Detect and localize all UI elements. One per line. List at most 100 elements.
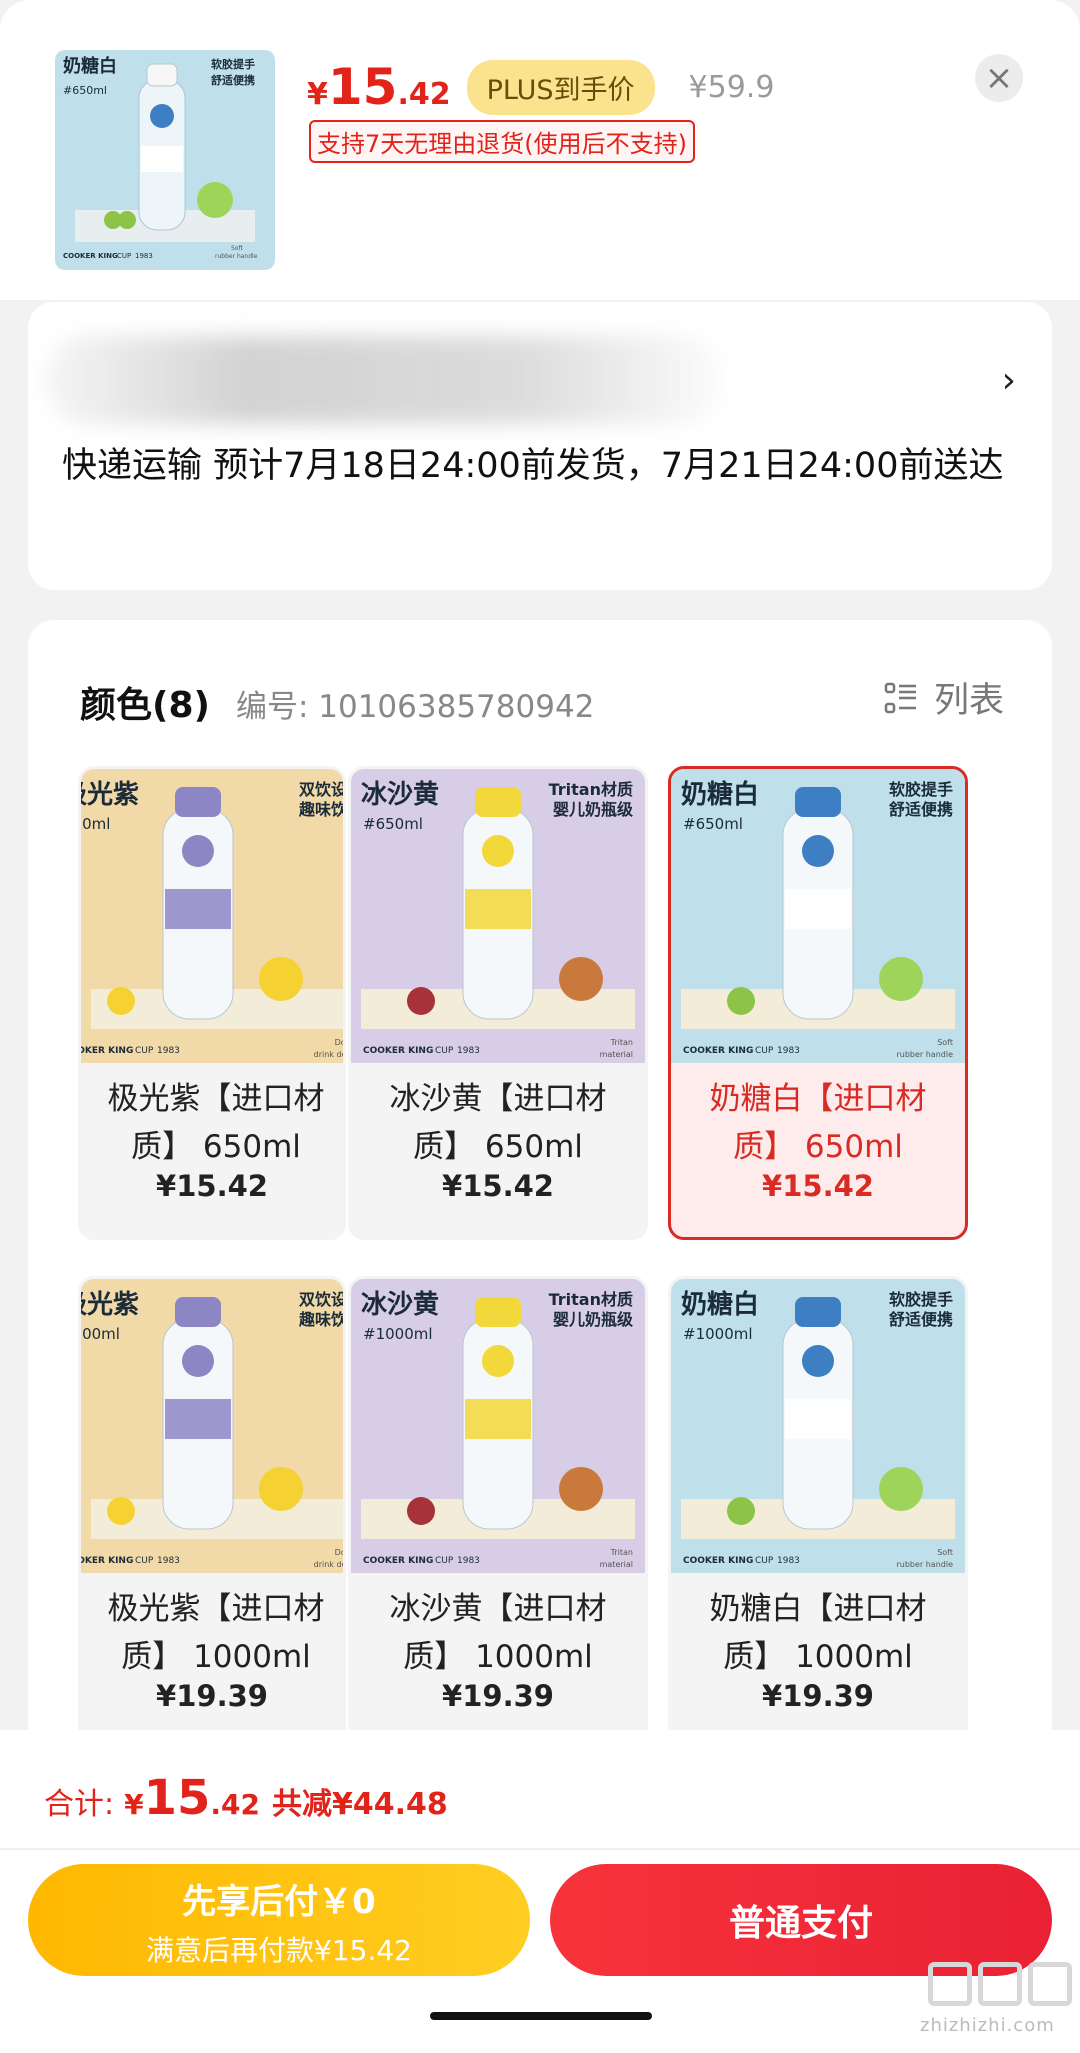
address-card[interactable]: › 快递运输 预计7月18日24:00前发货，7月21日24:00前送达 xyxy=(28,302,1052,590)
variant-price: ¥15.42 xyxy=(762,1169,874,1203)
variant-image-brand: COOKER KING xyxy=(683,1046,753,1056)
variant-image-note: material xyxy=(600,1560,633,1569)
variant-image-name: 极光紫 xyxy=(81,780,139,810)
variant-tile[interactable]: 冰沙黄 #650ml Tritan材质 婴儿奶瓶级 COOKER KING CUP 1983… xyxy=(348,766,648,1240)
return-policy-tag: 支持7天无理由退货(使用后不支持) xyxy=(309,120,695,163)
fruit-decoration xyxy=(407,987,435,1015)
bottle-sleeve xyxy=(785,1399,851,1439)
variant-image-year: 1983 xyxy=(457,1556,480,1566)
fruit-decoration xyxy=(727,987,755,1015)
price-integer: 15 xyxy=(327,58,398,116)
variant-image-tag: 婴儿奶瓶级 xyxy=(553,800,634,819)
variant-image-year: 1983 xyxy=(157,1556,180,1566)
variant-image-name: 极光紫 xyxy=(81,1290,139,1320)
variant-label: 奶糖白【进口材质】 1000ml xyxy=(709,1591,927,1675)
variant-image-tag: 舒适便携 xyxy=(889,800,953,819)
variant-tile[interactable]: 极光紫 1000ml 双饮设计趣味饮水 COOKER KINGCUP1983 Doubl… xyxy=(78,1276,346,1750)
fruit-decoration xyxy=(879,1467,923,1511)
spec-header: 颜色(8) 编号: 10106385780942 xyxy=(80,676,594,728)
variant-label: 冰沙黄【进口材质】 650ml xyxy=(389,1081,607,1165)
variant-image-brand: COOKER KING xyxy=(81,1046,133,1056)
product-thumbnail[interactable]: 奶糖白 #650ml 软胶提手 舒适便携 COOKER KING CUP 198… xyxy=(55,50,275,270)
bottle-cap xyxy=(795,1297,841,1327)
variant-label: 奶糖白【进口材质】 650ml xyxy=(709,1081,927,1165)
thumb-brand: COOKER KING xyxy=(63,252,118,260)
fruit-decoration xyxy=(727,1497,755,1525)
total-row: 合计: ¥ 15 .42 共减¥44.48 xyxy=(44,1770,448,1826)
bottle-sleeve xyxy=(165,1399,231,1439)
fruit-decoration xyxy=(559,957,603,1001)
variant-image-tag: 趣味饮水 xyxy=(298,1310,346,1329)
variant-image-size: #650ml xyxy=(683,815,743,833)
product-code: 编号: 10106385780942 xyxy=(235,689,595,725)
thumb-size: #650ml xyxy=(63,84,107,97)
variant-image: 冰沙黄 #650ml Tritan材质 婴儿奶瓶级 COOKER KING CUP 1983… xyxy=(351,769,645,1063)
thumb-note-1: Soft xyxy=(231,245,243,252)
fruit-decoration xyxy=(259,957,303,1001)
bottle-button xyxy=(802,835,834,867)
bottle-cap xyxy=(475,1297,521,1327)
variant-tile[interactable]: 奶糖白 #650ml 软胶提手 舒适便携 COOKER KING CUP 1983 Soft r… xyxy=(668,766,968,1240)
variant-image-brand: COOKER KING xyxy=(81,1556,133,1566)
price-row: ¥ 15 .42 PLUS到手价 ¥59.9 xyxy=(307,52,774,122)
variant-image-cup: CUP xyxy=(135,1556,154,1566)
variant-image: 极光紫 650ml 双饮设计趣味饮水 COOKER KINGCUP1983 Double… xyxy=(81,769,346,1063)
variant-image-note: material xyxy=(600,1050,633,1059)
variant-image-note: drink design xyxy=(314,1050,346,1059)
variant-image-tag: 舒适便携 xyxy=(889,1310,953,1329)
variant-image-name: 奶糖白 xyxy=(681,1289,759,1320)
total-decimal: .42 xyxy=(210,1788,260,1821)
bottle-sleeve xyxy=(165,889,231,929)
variant-image-tag: 双饮设计 xyxy=(299,1290,346,1309)
bottle-sleeve xyxy=(465,1399,531,1439)
thumb-tag-1: 软胶提手 xyxy=(211,57,255,71)
variant-image-note: Double xyxy=(335,1038,346,1047)
bottle-cap xyxy=(175,1297,221,1327)
variant-image-cup: CUP xyxy=(755,1046,774,1056)
variant-price: ¥19.39 xyxy=(156,1679,268,1713)
total-currency: ¥ xyxy=(124,1788,144,1821)
variant-image-name: 冰沙黄 xyxy=(361,1290,439,1320)
chevron-right-icon[interactable]: › xyxy=(1002,360,1016,401)
variant-price: ¥19.39 xyxy=(762,1679,874,1713)
variant-image-tag: Tritan材质 xyxy=(549,1290,633,1309)
thumb-tag-2: 舒适便携 xyxy=(211,73,255,87)
variant-image-size: #1000ml xyxy=(363,1325,433,1343)
list-view-toggle[interactable]: 列表 xyxy=(884,672,1004,723)
variant-price: ¥15.42 xyxy=(156,1169,268,1203)
bottle-button xyxy=(802,1345,834,1377)
price-currency: ¥ xyxy=(307,76,328,112)
thumb-name: 奶糖白 xyxy=(63,55,117,77)
price-decimal: .42 xyxy=(397,76,451,112)
variant-image-brand: COOKER KING xyxy=(363,1556,433,1566)
variant-image-size: #650ml xyxy=(363,815,423,833)
address-blurred xyxy=(44,336,724,424)
bottle-sleeve xyxy=(465,889,531,929)
variant-image-cup: CUP xyxy=(435,1046,454,1056)
variant-tile[interactable]: 极光紫 650ml 双饮设计趣味饮水 COOKER KINGCUP1983 Double… xyxy=(78,766,346,1240)
spec-title: 颜色(8) xyxy=(80,685,210,726)
variant-image-name: 奶糖白 xyxy=(681,779,759,810)
watermark-logo-icon xyxy=(928,1962,1072,2006)
list-view-label: 列表 xyxy=(933,681,1004,721)
variant-image-size: 650ml xyxy=(81,815,110,833)
normal-pay-button[interactable]: 普通支付 xyxy=(550,1864,1052,1976)
variant-label: 极光紫【进口材质】 650ml xyxy=(107,1081,325,1165)
variant-image-note: drink design xyxy=(314,1560,346,1569)
bottle-button xyxy=(482,1345,514,1377)
pay-later-title: 先享后付￥0 xyxy=(182,1882,376,1922)
variant-image-size: #1000ml xyxy=(683,1325,753,1343)
variant-image-cup: CUP xyxy=(135,1046,154,1056)
fruit-decoration xyxy=(107,987,135,1015)
variant-image-year: 1983 xyxy=(777,1046,800,1056)
variant-image-note: Soft xyxy=(937,1548,953,1557)
variant-image-note: Tritan xyxy=(610,1548,633,1557)
close-button[interactable]: × xyxy=(975,54,1023,102)
pay-later-button[interactable]: 先享后付￥0 满意后再付款¥15.42 xyxy=(28,1864,530,1976)
variant-tile[interactable]: 冰沙黄 #1000ml Tritan材质 婴儿奶瓶级 COOKER KING CUP 198… xyxy=(348,1276,648,1750)
variant-tile[interactable]: 奶糖白 #1000ml 软胶提手 舒适便携 COOKER KING CUP 1983 Soft… xyxy=(668,1276,968,1750)
variant-price: ¥15.42 xyxy=(442,1169,554,1203)
list-icon xyxy=(884,682,916,713)
shipping-estimate: 快递运输 预计7月18日24:00前发货，7月21日24:00前送达 xyxy=(62,446,1004,486)
variant-image-tag: 软胶提手 xyxy=(889,780,953,799)
